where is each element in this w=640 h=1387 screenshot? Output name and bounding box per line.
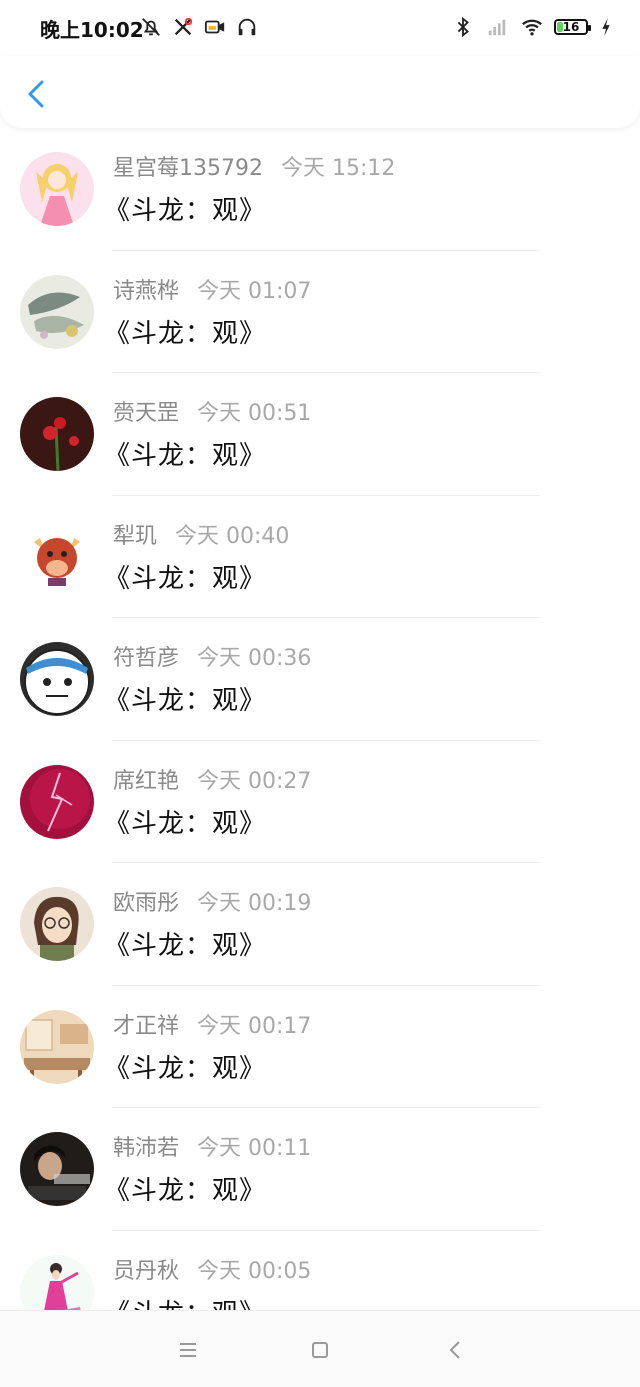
message-time: 今天 00:05 bbox=[197, 1258, 312, 1284]
sender-name: 才正祥 bbox=[113, 1013, 180, 1039]
message-text: 《斗龙：观》 bbox=[104, 196, 267, 226]
top-app-bar bbox=[0, 56, 640, 128]
list-item[interactable]: 才正祥 今天 00:17 《斗龙：观》 bbox=[0, 986, 640, 1108]
back-triangle-icon bbox=[449, 1341, 460, 1359]
list-item[interactable]: 星宫莓135792 今天 15:12 《斗龙：观》 bbox=[0, 128, 640, 251]
status-time: 晚上10:02 bbox=[40, 18, 144, 42]
lightning-avatar[interactable] bbox=[20, 764, 94, 839]
message-text: 《斗龙：观》 bbox=[104, 808, 267, 839]
chevron-left-icon bbox=[28, 80, 44, 108]
message-time: 今天 00:36 bbox=[197, 646, 312, 671]
message-text: 《斗龙：观》 bbox=[104, 563, 267, 594]
message-time: 今天 00:27 bbox=[197, 768, 312, 794]
sender-name: 犁玑 bbox=[113, 523, 158, 549]
list-item[interactable]: 欧雨彤 今天 00:19 《斗龙：观》 bbox=[0, 863, 640, 986]
video-icon bbox=[204, 16, 226, 38]
message-time: 今天 00:17 bbox=[197, 1013, 312, 1039]
sender-name: 符哲彦 bbox=[113, 646, 180, 671]
charging-icon bbox=[600, 16, 612, 38]
tools-icon bbox=[172, 16, 194, 38]
message-text: 《斗龙：观》 bbox=[104, 318, 267, 349]
list-item[interactable]: 符哲彦 今天 00:36 《斗龙：观》 bbox=[0, 618, 640, 741]
panda-avatar[interactable] bbox=[20, 642, 94, 716]
sender-name: 韩沛若 bbox=[113, 1136, 180, 1161]
sender-name: 员丹秋 bbox=[113, 1258, 180, 1284]
sender-name: 星宫莓135792 bbox=[113, 156, 263, 181]
battery-icon: 16 bbox=[554, 19, 591, 35]
home-square-icon bbox=[312, 1342, 328, 1358]
menu-button[interactable] bbox=[173, 1335, 203, 1365]
list-item[interactable]: 赍天罡 今天 00:51 《斗龙：观》 bbox=[0, 373, 640, 496]
message-list[interactable]: 星宫莓135792 今天 15:12 《斗龙：观》 诗燕桦 今天 01:07 《… bbox=[0, 128, 640, 1310]
dancer-avatar[interactable] bbox=[20, 1254, 94, 1310]
glasses-girl-avatar[interactable] bbox=[20, 887, 94, 961]
sender-name: 赍天罡 bbox=[113, 401, 180, 426]
message-time: 今天 01:07 bbox=[197, 278, 312, 304]
list-item[interactable]: 席红艳 今天 00:27 《斗龙：观》 bbox=[0, 741, 640, 863]
message-text: 《斗龙：观》 bbox=[104, 1053, 267, 1084]
bluetooth-icon bbox=[452, 16, 474, 38]
room-avatar[interactable] bbox=[20, 1009, 94, 1084]
back-button[interactable] bbox=[18, 74, 54, 114]
message-text: 《斗龙：观》 bbox=[104, 1176, 267, 1206]
message-text: 《斗龙：观》 bbox=[104, 686, 267, 716]
headphones-icon bbox=[236, 16, 258, 38]
dark-photo-avatar[interactable] bbox=[20, 1132, 94, 1206]
sketch-avatar[interactable] bbox=[20, 274, 94, 349]
list-item[interactable]: 诗燕桦 今天 01:07 《斗龙：观》 bbox=[0, 251, 640, 373]
system-nav-bar bbox=[0, 1310, 640, 1387]
message-time: 今天 15:12 bbox=[280, 156, 396, 181]
message-time: 今天 00:40 bbox=[175, 523, 290, 549]
sender-name: 诗燕桦 bbox=[113, 278, 180, 304]
signal-icon bbox=[486, 16, 508, 38]
menu-icon bbox=[180, 1343, 196, 1357]
red-flower-avatar[interactable] bbox=[20, 397, 94, 471]
anime-girl-avatar[interactable] bbox=[20, 152, 94, 226]
sender-name: 席红艳 bbox=[113, 768, 180, 794]
home-button[interactable] bbox=[305, 1335, 335, 1365]
message-text: 《斗龙：观》 bbox=[104, 931, 267, 961]
status-bar: 晚上10:02 16 bbox=[0, 0, 640, 56]
bell-off-icon bbox=[140, 16, 162, 38]
system-back-button[interactable] bbox=[440, 1335, 470, 1365]
sender-name: 欧雨彤 bbox=[113, 891, 180, 916]
message-time: 今天 00:51 bbox=[197, 401, 312, 426]
list-item[interactable]: 韩沛若 今天 00:11 《斗龙：观》 bbox=[0, 1108, 640, 1231]
list-item[interactable]: 员丹秋 今天 00:05 《斗龙：观》 bbox=[0, 1231, 640, 1311]
message-text: 《斗龙：观》 bbox=[104, 1293, 266, 1311]
message-time: 今天 00:19 bbox=[197, 891, 312, 916]
message-time: 今天 00:11 bbox=[197, 1136, 312, 1161]
message-text: 《斗龙：观》 bbox=[104, 441, 267, 471]
list-item[interactable]: 犁玑 今天 00:40 《斗龙：观》 bbox=[0, 496, 640, 618]
wifi-icon bbox=[520, 16, 542, 38]
bull-avatar[interactable] bbox=[20, 519, 94, 594]
